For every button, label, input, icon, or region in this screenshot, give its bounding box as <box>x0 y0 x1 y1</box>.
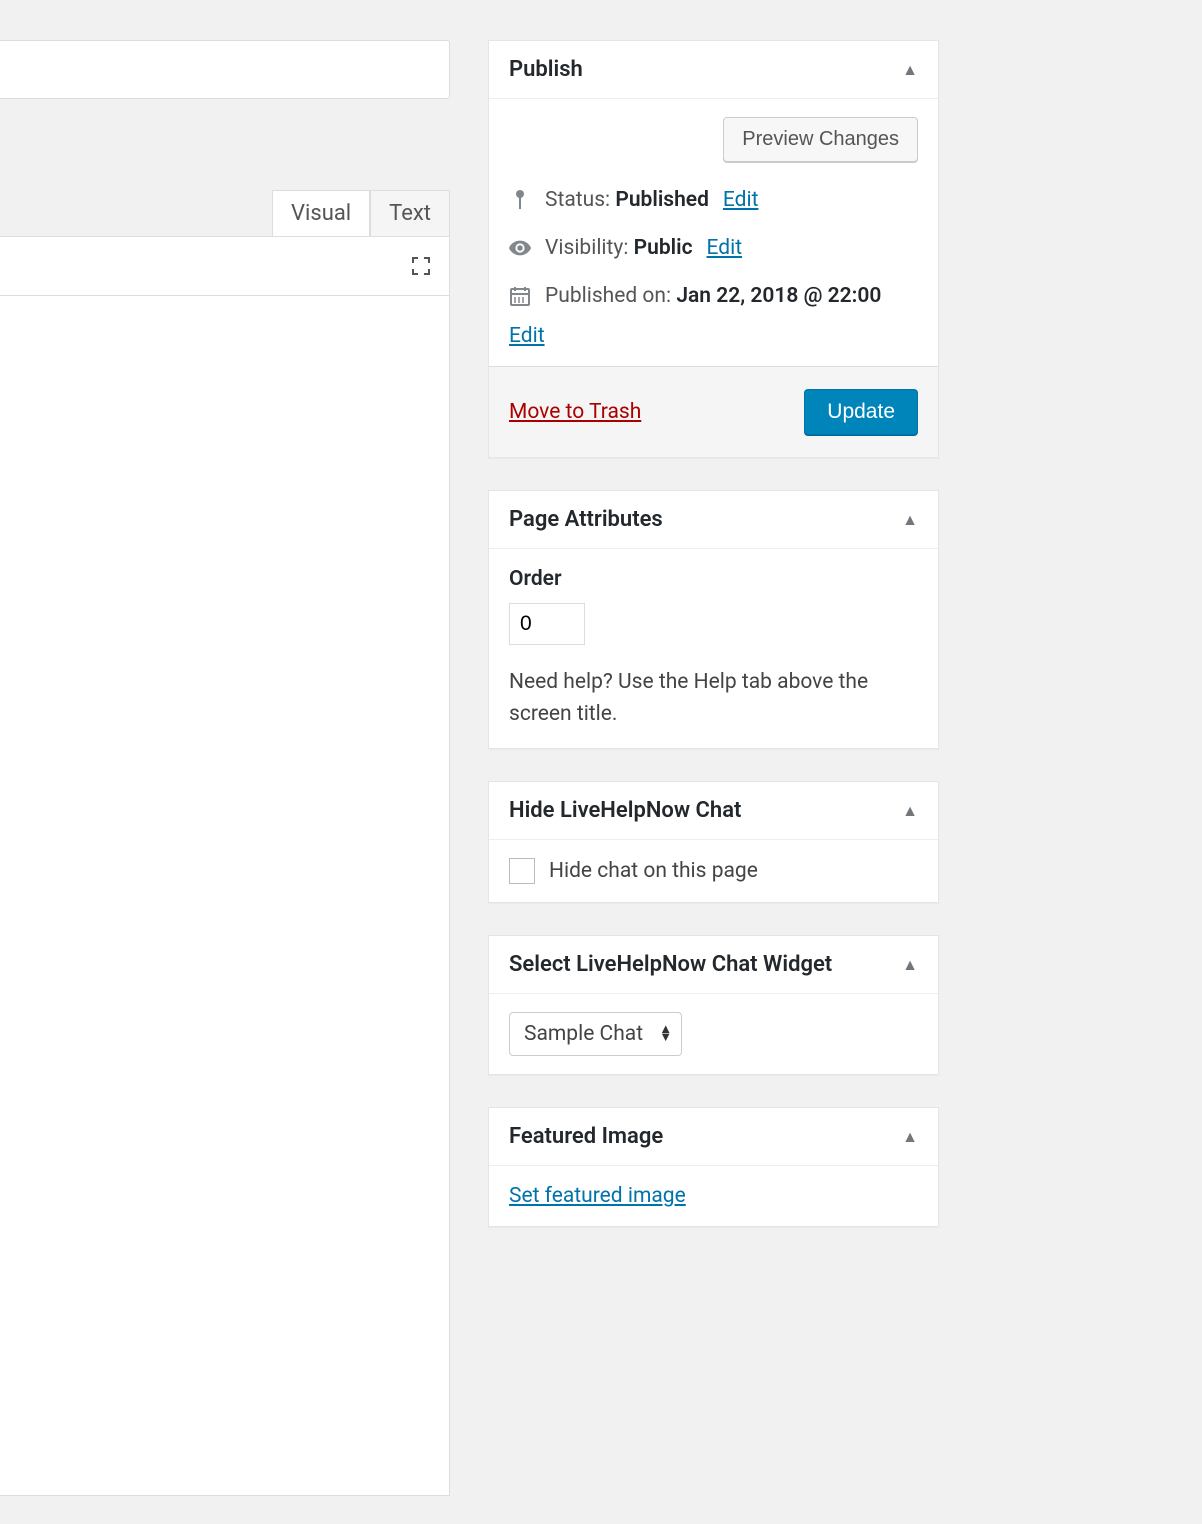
eye-icon <box>509 240 531 256</box>
chevron-up-icon: ▲ <box>902 801 918 821</box>
page-attributes-box: Page Attributes ▲ Order Need help? Use t… <box>488 490 939 749</box>
status-label: Status: <box>545 188 610 212</box>
publish-title: Publish <box>509 57 583 82</box>
select-widget-title: Select LiveHelpNow Chat Widget <box>509 952 832 977</box>
visibility-label: Visibility: <box>545 236 628 260</box>
set-featured-image-link[interactable]: Set featured image <box>509 1184 686 1208</box>
hide-chat-checkbox-label: Hide chat on this page <box>549 859 758 883</box>
editor-tabs: Visual Text <box>0 190 450 236</box>
order-input[interactable] <box>509 603 585 645</box>
hide-chat-box: Hide LiveHelpNow Chat ▲ Hide chat on thi… <box>488 781 939 903</box>
featured-image-header[interactable]: Featured Image ▲ <box>489 1108 938 1166</box>
hide-chat-header[interactable]: Hide LiveHelpNow Chat ▲ <box>489 782 938 840</box>
update-button[interactable]: Update <box>804 389 918 435</box>
visibility-row: Visibility: Public Edit <box>489 228 938 276</box>
edit-visibility-link[interactable]: Edit <box>707 236 743 260</box>
featured-image-box: Featured Image ▲ Set featured image <box>488 1107 939 1227</box>
tab-text[interactable]: Text <box>370 190 450 236</box>
order-label: Order <box>509 567 918 591</box>
editor-wrap: Visual Text <box>0 190 450 1496</box>
published-on-label: Published on: <box>545 284 671 308</box>
chevron-up-icon: ▲ <box>902 1127 918 1147</box>
publish-box: Publish ▲ Preview Changes Status: Publis… <box>488 40 939 458</box>
published-on-row: Published on: Jan 22, 2018 @ 22:00 <box>489 276 938 324</box>
fullscreen-icon[interactable] <box>407 252 435 280</box>
tab-visual[interactable]: Visual <box>272 190 370 236</box>
calendar-icon <box>509 285 531 307</box>
preview-changes-button[interactable]: Preview Changes <box>723 117 918 162</box>
visibility-value: Public <box>634 236 693 260</box>
select-widget-header[interactable]: Select LiveHelpNow Chat Widget ▲ <box>489 936 938 994</box>
featured-image-title: Featured Image <box>509 1124 663 1149</box>
move-to-trash-link[interactable]: Move to Trash <box>509 400 641 424</box>
publish-footer: Move to Trash Update <box>489 366 938 457</box>
chevron-up-icon: ▲ <box>902 60 918 80</box>
hide-chat-checkbox[interactable] <box>509 858 535 884</box>
edit-status-link[interactable]: Edit <box>723 188 759 212</box>
chat-widget-select-wrap: Sample Chat ▲▼ <box>509 1012 682 1056</box>
post-title-input[interactable] <box>0 40 450 99</box>
status-value: Published <box>615 188 709 212</box>
page-attributes-help: Need help? Use the Help tab above the sc… <box>509 667 918 730</box>
editor-toolbar <box>0 236 450 296</box>
publish-header[interactable]: Publish ▲ <box>489 41 938 99</box>
page-attributes-title: Page Attributes <box>509 507 663 532</box>
hide-chat-checkbox-row: Hide chat on this page <box>509 858 918 884</box>
sidebar: Publish ▲ Preview Changes Status: Publis… <box>488 40 939 1259</box>
edit-date-link[interactable]: Edit <box>509 324 545 348</box>
page-attributes-header[interactable]: Page Attributes ▲ <box>489 491 938 549</box>
published-on-value: Jan 22, 2018 @ 22:00 <box>676 284 881 308</box>
pin-icon <box>509 189 531 211</box>
chevron-up-icon: ▲ <box>902 510 918 530</box>
editor-column: Visual Text <box>0 0 450 1524</box>
select-widget-box: Select LiveHelpNow Chat Widget ▲ Sample … <box>488 935 939 1075</box>
status-row: Status: Published Edit <box>489 180 938 228</box>
chevron-up-icon: ▲ <box>902 955 918 975</box>
chat-widget-select[interactable]: Sample Chat <box>509 1012 682 1056</box>
editor-content-area[interactable] <box>0 296 450 1496</box>
hide-chat-title: Hide LiveHelpNow Chat <box>509 798 741 823</box>
